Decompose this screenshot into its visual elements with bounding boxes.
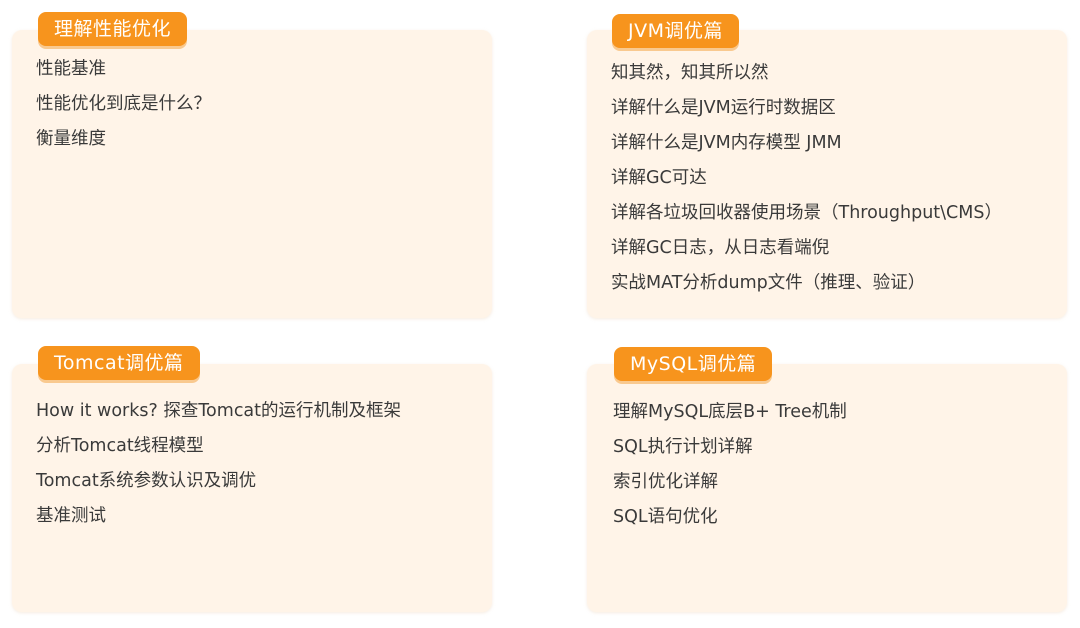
section-title-jvm: JVM调优篇 xyxy=(612,14,739,48)
list-item: 分析Tomcat线程模型 xyxy=(36,436,204,456)
list-item: 衡量维度 xyxy=(36,129,106,149)
list-item: 理解MySQL底层B+ Tree机制 xyxy=(613,402,847,422)
list-item: 知其然，知其所以然 xyxy=(611,63,769,83)
list-item: How it works? 探查Tomcat的运行机制及框架 xyxy=(36,401,402,421)
section-title-mysql: MySQL调优篇 xyxy=(614,347,773,381)
list-item: 详解什么是JVM内存模型 JMM xyxy=(611,133,842,153)
section-title-tomcat: Tomcat调优篇 xyxy=(38,346,200,380)
list-item: 索引优化详解 xyxy=(613,472,718,492)
section-list-tomcat: How it works? 探查Tomcat的运行机制及框架 分析Tomcat线… xyxy=(36,394,401,534)
section-title-performance: 理解性能优化 xyxy=(38,12,188,46)
list-item: Tomcat系统参数认识及调优 xyxy=(36,471,257,491)
list-item: 基准测试 xyxy=(36,506,106,526)
list-item: 性能基准 xyxy=(36,59,106,79)
list-item: 实战MAT分析dump文件（推理、验证） xyxy=(611,273,926,293)
section-list-performance: 性能基准 性能优化到底是什么？ 衡量维度 xyxy=(36,52,211,157)
list-item: SQL语句优化 xyxy=(613,507,718,527)
list-item: SQL执行计划详解 xyxy=(613,437,753,457)
list-item: 详解GC日志，从日志看端倪 xyxy=(611,238,830,258)
list-item: 详解各垃圾回收器使用场景（Throughput\CMS） xyxy=(611,203,1002,223)
section-list-jvm: 知其然，知其所以然 详解什么是JVM运行时数据区 详解什么是JVM内存模型 JM… xyxy=(611,56,1002,301)
list-item: 详解GC可达 xyxy=(611,168,707,188)
list-item: 性能优化到底是什么？ xyxy=(36,94,211,114)
list-item: 详解什么是JVM运行时数据区 xyxy=(611,98,836,118)
section-list-mysql: 理解MySQL底层B+ Tree机制 SQL执行计划详解 索引优化详解 SQL语… xyxy=(613,395,847,535)
